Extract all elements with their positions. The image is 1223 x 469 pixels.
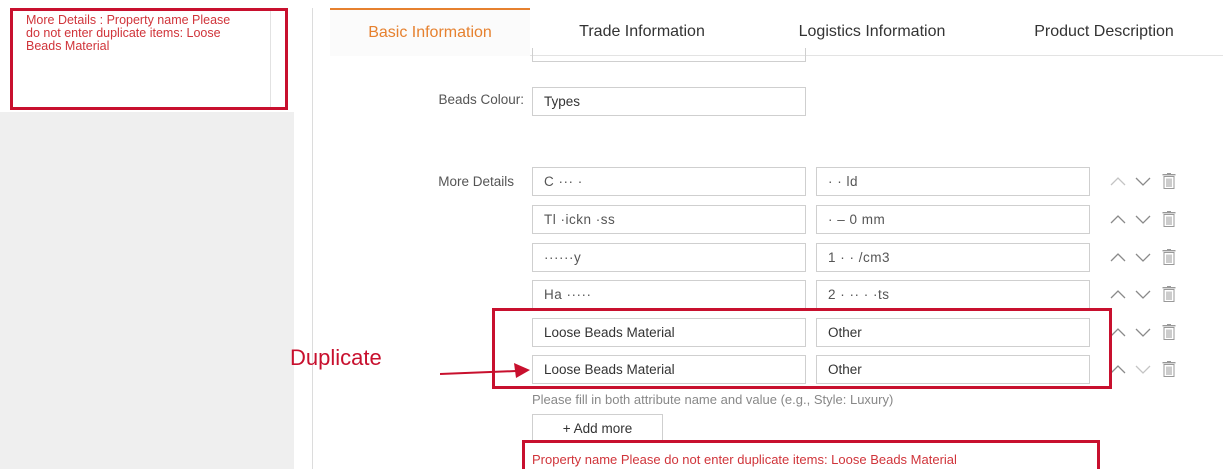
row-controls [1110, 355, 1190, 384]
chevron-up-icon[interactable] [1110, 175, 1126, 187]
chevron-down-icon[interactable] [1135, 326, 1151, 338]
chevron-down-icon[interactable] [1135, 251, 1151, 263]
chevron-up-icon[interactable] [1110, 363, 1126, 375]
duplicate-rows-highlight [492, 308, 1112, 389]
chevron-down-icon[interactable] [1135, 288, 1151, 300]
chevron-up-icon[interactable] [1110, 213, 1126, 225]
attribute-name-input[interactable]: Tl ·ickn ·ss [532, 205, 806, 234]
trash-icon[interactable] [1162, 249, 1176, 265]
more-details-label: More Details [438, 174, 514, 189]
chevron-down-icon[interactable] [1135, 363, 1151, 375]
duplicate-annotation-label: Duplicate [290, 345, 382, 370]
attribute-value-input[interactable]: · – 0 mm [816, 205, 1090, 234]
add-more-button[interactable]: + Add more [532, 414, 663, 443]
trash-icon[interactable] [1162, 361, 1176, 377]
chevron-down-icon[interactable] [1135, 213, 1151, 225]
attribute-name-input[interactable]: C ··· · [532, 167, 806, 196]
chevron-up-icon[interactable] [1110, 326, 1126, 338]
error-summary-text: More Details : Property name Please do n… [26, 13, 231, 53]
chevron-up-icon[interactable] [1110, 288, 1126, 300]
row-controls [1110, 243, 1190, 272]
tab-product-description[interactable]: Product Description [1004, 8, 1204, 56]
sidebar-background [0, 112, 294, 469]
trash-icon[interactable] [1162, 211, 1176, 227]
trash-icon[interactable] [1162, 286, 1176, 302]
duplicate-error-message: Property name Please do not enter duplic… [532, 452, 957, 467]
row-controls [1110, 280, 1190, 309]
row-controls [1110, 167, 1190, 196]
row-controls [1110, 318, 1190, 347]
column-divider [312, 8, 313, 469]
trash-icon[interactable] [1162, 324, 1176, 340]
attribute-value-input[interactable]: · · ld [816, 167, 1090, 196]
previous-field-input[interactable] [532, 48, 806, 62]
row-controls [1110, 205, 1190, 234]
beads-colour-label: Beads Colour: [438, 92, 524, 107]
attribute-value-input[interactable]: 1 · · /cm3 [816, 243, 1090, 272]
trash-icon[interactable] [1162, 173, 1176, 189]
attribute-name-input[interactable]: Ha ····· [532, 280, 806, 309]
tab-basic-information[interactable]: Basic Information [330, 8, 530, 56]
attribute-name-input[interactable]: ······y [532, 243, 806, 272]
attribute-hint-text: Please fill in both attribute name and v… [532, 392, 894, 407]
chevron-up-icon[interactable] [1110, 251, 1126, 263]
attribute-value-input[interactable]: 2 · ·· · ·ts [816, 280, 1090, 309]
beads-colour-input[interactable]: Types [532, 87, 806, 116]
chevron-down-icon[interactable] [1135, 175, 1151, 187]
annotation-arrow-icon [440, 363, 530, 378]
left-panel: More Details : Property name Please do n… [0, 0, 294, 469]
